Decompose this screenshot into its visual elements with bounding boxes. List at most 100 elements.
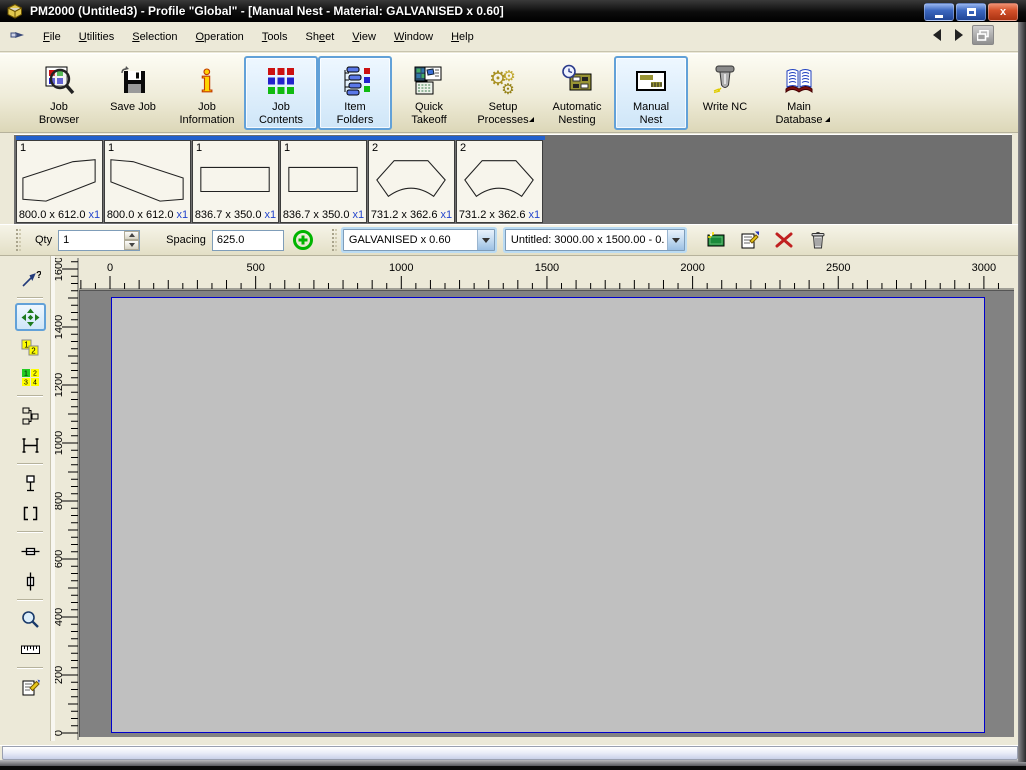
job-contents-label: Job Contents (258, 101, 304, 126)
restore-child-window-button[interactable] (972, 25, 994, 45)
nest-canvas[interactable] (79, 290, 1014, 737)
item-properties-button[interactable] (15, 673, 46, 701)
delete-red-x-icon (773, 229, 795, 251)
new-sheet-button[interactable] (704, 228, 728, 252)
toolbar-gripper[interactable] (331, 229, 337, 251)
setup-processes-button[interactable]: ⚙ ⚙ ⚙ Setup Processes (466, 56, 540, 130)
menu-file[interactable]: File (34, 27, 70, 47)
part-dimensions: 836.7 x 350.0 x1 (282, 209, 365, 221)
svg-text:⚙: ⚙ (501, 81, 514, 98)
measure-ruler-icon (20, 639, 41, 660)
renumber-parts-button[interactable]: 12 (15, 333, 46, 361)
chevron-down-icon (671, 237, 680, 243)
menu-bar: File Utilities Selection Operation Tools Shee… (0, 22, 1026, 52)
part-shape-hopper (369, 153, 454, 205)
quick-takeoff-button[interactable]: Quick Takeoff (392, 56, 466, 130)
material-combo-value: GALVANISED x 0.60 (348, 234, 451, 246)
spinner-down-button[interactable] (124, 240, 140, 250)
item-properties-icon (20, 677, 41, 698)
part-tile-6[interactable]: 2 731.2 x 362.6 x1 (456, 140, 543, 223)
zoom-tool-button[interactable] (15, 605, 46, 633)
menu-window[interactable]: Window (385, 27, 442, 47)
delete-sheet-button[interactable] (806, 228, 830, 252)
menu-selection[interactable]: Selection (123, 27, 186, 47)
menu-utilities[interactable]: Utilities (70, 27, 123, 47)
workspace: ?121234 02004006008001000120014001600 05… (0, 256, 1026, 741)
svg-text:400: 400 (55, 608, 65, 626)
part-dimensions: 836.7 x 350.0 x1 (194, 209, 277, 221)
part-tile-5[interactable]: 2 731.2 x 362.6 x1 (368, 140, 455, 223)
part-shape-rectangle (281, 153, 366, 205)
extent-vertical-button[interactable] (15, 567, 46, 595)
toolbar-gripper[interactable] (16, 229, 21, 251)
pin-part-button[interactable] (15, 469, 46, 497)
delete-nest-button[interactable] (772, 228, 796, 252)
sheet-properties-button[interactable] (738, 228, 762, 252)
maximize-button[interactable] (956, 3, 986, 21)
job-browser-button[interactable]: Job Browser (22, 56, 96, 130)
new-sheet-icon (705, 229, 727, 251)
save-job-button[interactable]: Save Job (96, 56, 170, 130)
nav-forward-button[interactable] (950, 25, 968, 45)
menu-operation[interactable]: Operation (186, 27, 252, 47)
nav-back-button[interactable] (928, 25, 946, 45)
spinner-up-icon (128, 233, 135, 238)
h-frame-icon (20, 435, 41, 456)
sheet-outline[interactable] (111, 297, 985, 733)
part-quantity: x1 (264, 209, 277, 221)
close-button[interactable]: x (988, 3, 1018, 21)
renumber-all-button[interactable]: 1234 (15, 363, 46, 391)
job-information-button[interactable]: i Job Information (170, 56, 244, 130)
part-tile-1[interactable]: 1 800.0 x 612.0 x1 (16, 140, 103, 223)
menu-sheet[interactable]: Sheet (297, 27, 344, 47)
extent-horizontal-button[interactable] (15, 537, 46, 565)
add-part-button[interactable] (292, 229, 314, 251)
minimize-button[interactable] (924, 3, 954, 21)
menu-help[interactable]: Help (442, 27, 483, 47)
parts-strip: 1 800.0 x 612.0 x1 1 800.0 x 612.0 x1 1 836.7… (14, 134, 1012, 224)
hierarchy-button[interactable] (15, 401, 46, 429)
select-region-button[interactable] (15, 499, 46, 527)
quick-takeoff-icon (412, 64, 446, 98)
spacing-input[interactable] (211, 229, 284, 251)
menu-tools[interactable]: Tools (253, 27, 297, 47)
move-item-button[interactable] (14, 303, 46, 331)
maximize-icon (966, 8, 976, 16)
pointing-hand-icon[interactable] (10, 28, 30, 45)
title-bar: PM2000 (Untitled3) - Profile "Global" - … (0, 0, 1026, 22)
svg-text:0: 0 (55, 730, 65, 736)
part-shape-transition-down (105, 153, 190, 205)
qty-label: Qty (35, 234, 53, 246)
manual-nest-button[interactable]: Manual Nest (614, 56, 688, 130)
horizontal-ruler: 0 500 1000 1500 2000 2500 3000 (79, 258, 1014, 290)
part-tile-2[interactable]: 1 800.0 x 612.0 x1 (104, 140, 191, 223)
align-h-button[interactable] (15, 431, 46, 459)
toolbar-separator (17, 395, 43, 397)
left-toolbar: ? 121234 (12, 264, 48, 702)
material-combo-arrow-button[interactable] (476, 230, 494, 250)
spacing-label: Spacing (166, 234, 206, 246)
write-nc-icon (708, 64, 742, 98)
menu-view[interactable]: View (343, 27, 385, 47)
measure-tool-button[interactable] (15, 635, 46, 663)
main-database-button[interactable]: Main Database (762, 56, 836, 130)
part-quantity: x1 (176, 209, 189, 221)
sheet-combo[interactable]: Untitled: 3000.00 x 1500.00 - 0. (504, 229, 685, 251)
svg-text:2000: 2000 (680, 262, 704, 274)
query-item-button[interactable]: ? (15, 265, 46, 293)
material-combo[interactable]: GALVANISED x 0.60 (342, 229, 495, 251)
part-dimensions: 731.2 x 362.6 x1 (370, 209, 453, 221)
automatic-nesting-button[interactable]: Automatic Nesting (540, 56, 614, 130)
write-nc-button[interactable]: Write NC (688, 56, 762, 130)
part-dimensions: 800.0 x 612.0 x1 (106, 209, 189, 221)
part-tile-4[interactable]: 1 836.7 x 350.0 x1 (280, 140, 367, 223)
part-tile-3[interactable]: 1 836.7 x 350.0 x1 (192, 140, 279, 223)
qty-spinner[interactable] (124, 230, 140, 250)
main-database-label: Main Database (775, 101, 823, 126)
job-contents-button[interactable]: Job Contents (244, 56, 318, 130)
pm2000-app-icon[interactable] (6, 3, 23, 19)
main-database-icon (782, 64, 816, 98)
item-folders-button[interactable]: Item Folders (318, 56, 392, 130)
spinner-up-button[interactable] (124, 230, 140, 240)
sheet-combo-arrow-button[interactable] (666, 230, 684, 250)
